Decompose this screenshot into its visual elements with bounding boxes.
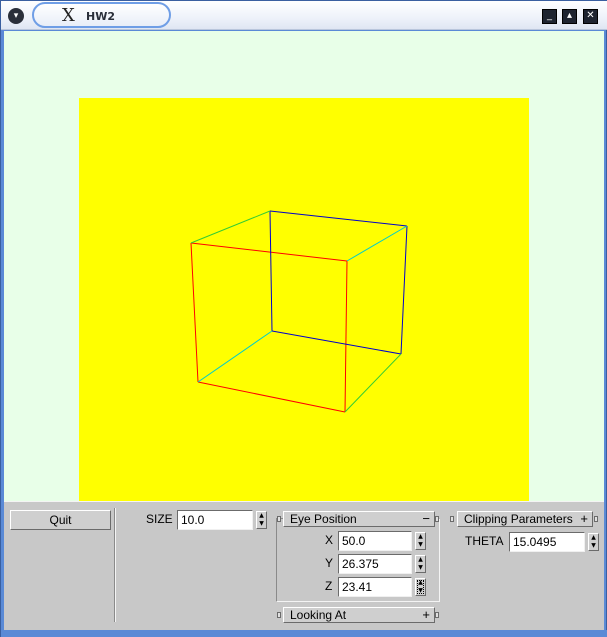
size-spinner[interactable]: ▲ ▼ — [256, 511, 267, 529]
rollout-handle — [435, 612, 439, 618]
minimize-button[interactable]: _ — [542, 9, 557, 24]
panel-separator — [114, 508, 116, 622]
cube-edge — [271, 330, 402, 355]
theta-field[interactable]: 15.0495 — [509, 532, 585, 552]
looking-at-rollout[interactable]: Looking At + — [283, 607, 435, 623]
title-tab[interactable]: X HW2 — [32, 2, 171, 28]
rollout-handle — [435, 516, 439, 522]
gl-canvas-area — [4, 31, 604, 501]
rollout-handle — [277, 612, 281, 618]
control-panel: Quit SIZE 10.0 ▲ ▼ Eye Position − X 50.0 … — [4, 501, 604, 630]
theta-label: THETA — [465, 534, 504, 548]
eye-y-spinner[interactable]: ▲ ▼ — [415, 555, 426, 573]
collapse-icon: − — [422, 511, 430, 526]
window-title: HW2 — [86, 10, 115, 23]
eye-z-spinner[interactable]: ▲ ▼ — [415, 578, 426, 596]
gl-viewport[interactable] — [79, 98, 529, 501]
looking-at-title: Looking At — [290, 608, 347, 622]
cube-edge — [269, 210, 273, 332]
cube-edge — [197, 381, 346, 413]
eye-y-field[interactable]: 26.375 — [338, 554, 412, 574]
x-logo-icon: X — [62, 5, 75, 26]
eye-position-title: Eye Position — [290, 512, 357, 526]
app-window: ▾ X HW2 _ ▴ ✕ Quit SIZE 10.0 ▲ ▼ Eye Pos… — [0, 0, 607, 637]
maximize-button[interactable]: ▴ — [562, 9, 577, 24]
title-bar[interactable]: ▾ X HW2 _ ▴ ✕ — [1, 1, 607, 30]
rollout-handle — [594, 516, 598, 522]
clipping-parameters-rollout[interactable]: Clipping Parameters + — [457, 511, 593, 527]
clipping-parameters-title: Clipping Parameters — [464, 512, 573, 526]
cube-wireframe — [190, 210, 408, 413]
close-button[interactable]: ✕ — [583, 9, 598, 24]
expand-icon: + — [422, 607, 430, 622]
cube-edge — [269, 210, 408, 227]
cube-edge — [400, 225, 408, 355]
window-bottom-border — [1, 630, 607, 637]
cube-edge — [190, 242, 199, 383]
expand-icon: + — [580, 511, 588, 526]
cube-edge — [346, 225, 408, 262]
cube-edge — [344, 260, 348, 413]
cube-edge — [197, 330, 273, 383]
eye-z-field[interactable]: 23.41 — [338, 577, 412, 597]
rollout-handle — [450, 516, 454, 522]
cube-edge — [190, 210, 271, 244]
theta-spinner[interactable]: ▲ ▼ — [588, 533, 599, 551]
eye-z-label: Z — [325, 579, 333, 593]
eye-position-rollout[interactable]: Eye Position − — [283, 511, 435, 527]
eye-x-spinner[interactable]: ▲ ▼ — [415, 532, 426, 550]
size-field[interactable]: 10.0 — [177, 510, 253, 530]
eye-y-label: Y — [325, 556, 334, 570]
rollout-handle — [277, 516, 281, 522]
cube-edge — [344, 353, 402, 413]
eye-x-field[interactable]: 50.0 — [338, 531, 412, 551]
window-menu-button[interactable]: ▾ — [8, 8, 24, 24]
cube-edge — [190, 242, 348, 262]
size-label: SIZE — [146, 512, 173, 526]
eye-x-label: X — [325, 533, 334, 547]
quit-button[interactable]: Quit — [10, 510, 111, 530]
